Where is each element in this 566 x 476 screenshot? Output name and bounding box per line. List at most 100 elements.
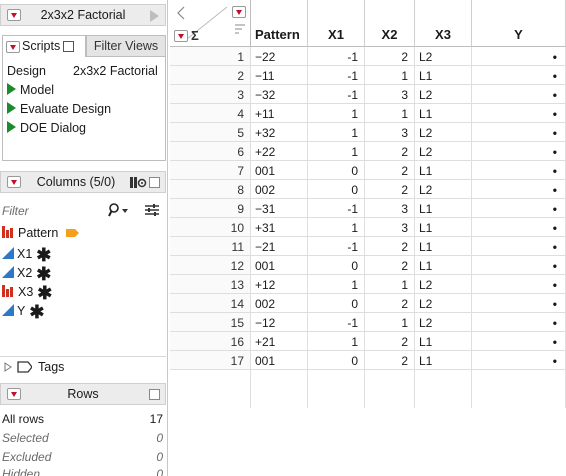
table-title[interactable]: 2x3x2 Factorial: [1, 8, 165, 22]
script-item-evaluate-design[interactable]: Evaluate Design: [7, 102, 111, 116]
cell-x3[interactable]: L1: [415, 351, 472, 370]
cell-pattern[interactable]: −31: [251, 199, 308, 218]
row-number[interactable]: 15: [170, 313, 251, 332]
cell-x1[interactable]: -1: [308, 85, 365, 104]
row-number[interactable]: 2: [170, 66, 251, 85]
cell-x2[interactable]: 1: [365, 66, 415, 85]
cell-x1[interactable]: 1: [308, 218, 365, 237]
column-item-y[interactable]: Y ✱: [2, 302, 44, 322]
rows-red-triangle-icon[interactable]: [174, 30, 188, 42]
cell-pattern[interactable]: 001: [251, 351, 308, 370]
cell-y[interactable]: •: [472, 332, 566, 351]
tab-scripts[interactable]: Scripts: [2, 35, 86, 57]
rows-selected[interactable]: Selected 0: [2, 431, 163, 449]
row-number[interactable]: 4: [170, 104, 251, 123]
cell-x3[interactable]: L1: [415, 66, 472, 85]
cell-y[interactable]: •: [472, 313, 566, 332]
column-item-x3[interactable]: X3 ✱: [2, 283, 52, 303]
cell-pattern[interactable]: 001: [251, 256, 308, 275]
cell-x1[interactable]: 0: [308, 161, 365, 180]
cell-x1[interactable]: 1: [308, 104, 365, 123]
cell-x3[interactable]: L2: [415, 85, 472, 104]
cell-x2[interactable]: 3: [365, 123, 415, 142]
cell-y[interactable]: •: [472, 180, 566, 199]
cell-x3[interactable]: L2: [415, 275, 472, 294]
cell-x2[interactable]: 3: [365, 218, 415, 237]
rows-excluded[interactable]: Excluded 0: [2, 450, 163, 468]
rows-collapse-icon[interactable]: [149, 389, 160, 400]
cell-x1[interactable]: -1: [308, 66, 365, 85]
cell-x1[interactable]: -1: [308, 199, 365, 218]
row-number[interactable]: 5: [170, 123, 251, 142]
cell-pattern[interactable]: +12: [251, 275, 308, 294]
cell-x3[interactable]: L1: [415, 237, 472, 256]
cell-x3[interactable]: L2: [415, 294, 472, 313]
row-number[interactable]: 11: [170, 237, 251, 256]
columns-red-triangle-icon[interactable]: [232, 6, 246, 18]
cell-x2[interactable]: 2: [365, 47, 415, 66]
cell-pattern[interactable]: −11: [251, 66, 308, 85]
row-number[interactable]: 14: [170, 294, 251, 313]
row-number[interactable]: 9: [170, 199, 251, 218]
cell-y[interactable]: •: [472, 47, 566, 66]
column-item-pattern[interactable]: Pattern: [2, 226, 80, 244]
cell-pattern[interactable]: +32: [251, 123, 308, 142]
tab-checkbox-icon[interactable]: [63, 41, 75, 53]
tab-filter-views[interactable]: Filter Views: [86, 35, 166, 57]
row-number[interactable]: 17: [170, 351, 251, 370]
cell-x1[interactable]: 0: [308, 180, 365, 199]
cell-x1[interactable]: -1: [308, 237, 365, 256]
cell-y[interactable]: •: [472, 66, 566, 85]
row-number[interactable]: 7: [170, 161, 251, 180]
cell-pattern[interactable]: +22: [251, 142, 308, 161]
cell-x2[interactable]: 2: [365, 256, 415, 275]
cell-pattern[interactable]: +11: [251, 104, 308, 123]
cell-pattern[interactable]: 002: [251, 180, 308, 199]
column-header-x2[interactable]: X2: [365, 0, 415, 47]
row-number[interactable]: 1: [170, 47, 251, 66]
cell-y[interactable]: •: [472, 142, 566, 161]
cell-x1[interactable]: -1: [308, 47, 365, 66]
run-script-icon[interactable]: [150, 10, 159, 22]
cell-pattern[interactable]: −21: [251, 237, 308, 256]
cell-x2[interactable]: 2: [365, 332, 415, 351]
cell-x3[interactable]: L2: [415, 123, 472, 142]
cell-x3[interactable]: L2: [415, 47, 472, 66]
cell-y[interactable]: •: [472, 161, 566, 180]
column-header-x1[interactable]: X1: [308, 0, 365, 47]
row-number[interactable]: 10: [170, 218, 251, 237]
cell-x3[interactable]: L2: [415, 180, 472, 199]
cell-x2[interactable]: 1: [365, 313, 415, 332]
cell-y[interactable]: •: [472, 199, 566, 218]
cell-pattern[interactable]: 002: [251, 294, 308, 313]
cell-y[interactable]: •: [472, 351, 566, 370]
cell-y[interactable]: •: [472, 85, 566, 104]
column-properties-icon[interactable]: [129, 176, 147, 189]
cell-x1[interactable]: 1: [308, 332, 365, 351]
cell-y[interactable]: •: [472, 294, 566, 313]
script-item-model[interactable]: Model: [7, 83, 54, 97]
rows-all[interactable]: All rows 17: [2, 412, 163, 430]
cell-x3[interactable]: L2: [415, 313, 472, 332]
tags-section[interactable]: Tags: [0, 356, 166, 376]
cell-x2[interactable]: 3: [365, 85, 415, 104]
row-number[interactable]: 16: [170, 332, 251, 351]
cell-x1[interactable]: -1: [308, 313, 365, 332]
cell-x2[interactable]: 2: [365, 294, 415, 313]
cell-x1[interactable]: 1: [308, 123, 365, 142]
row-number[interactable]: 13: [170, 275, 251, 294]
cell-y[interactable]: •: [472, 104, 566, 123]
cell-x1[interactable]: 0: [308, 256, 365, 275]
cell-pattern[interactable]: −22: [251, 47, 308, 66]
cell-x2[interactable]: 1: [365, 275, 415, 294]
cell-y[interactable]: •: [472, 218, 566, 237]
column-header-y[interactable]: Y: [472, 0, 566, 47]
sigma-icon[interactable]: Σ: [191, 28, 199, 43]
cell-x3[interactable]: L1: [415, 104, 472, 123]
row-number[interactable]: 8: [170, 180, 251, 199]
cell-y[interactable]: •: [472, 256, 566, 275]
cell-x1[interactable]: 0: [308, 351, 365, 370]
cell-y[interactable]: •: [472, 275, 566, 294]
cell-x2[interactable]: 2: [365, 237, 415, 256]
search-options-icon[interactable]: [108, 203, 130, 217]
